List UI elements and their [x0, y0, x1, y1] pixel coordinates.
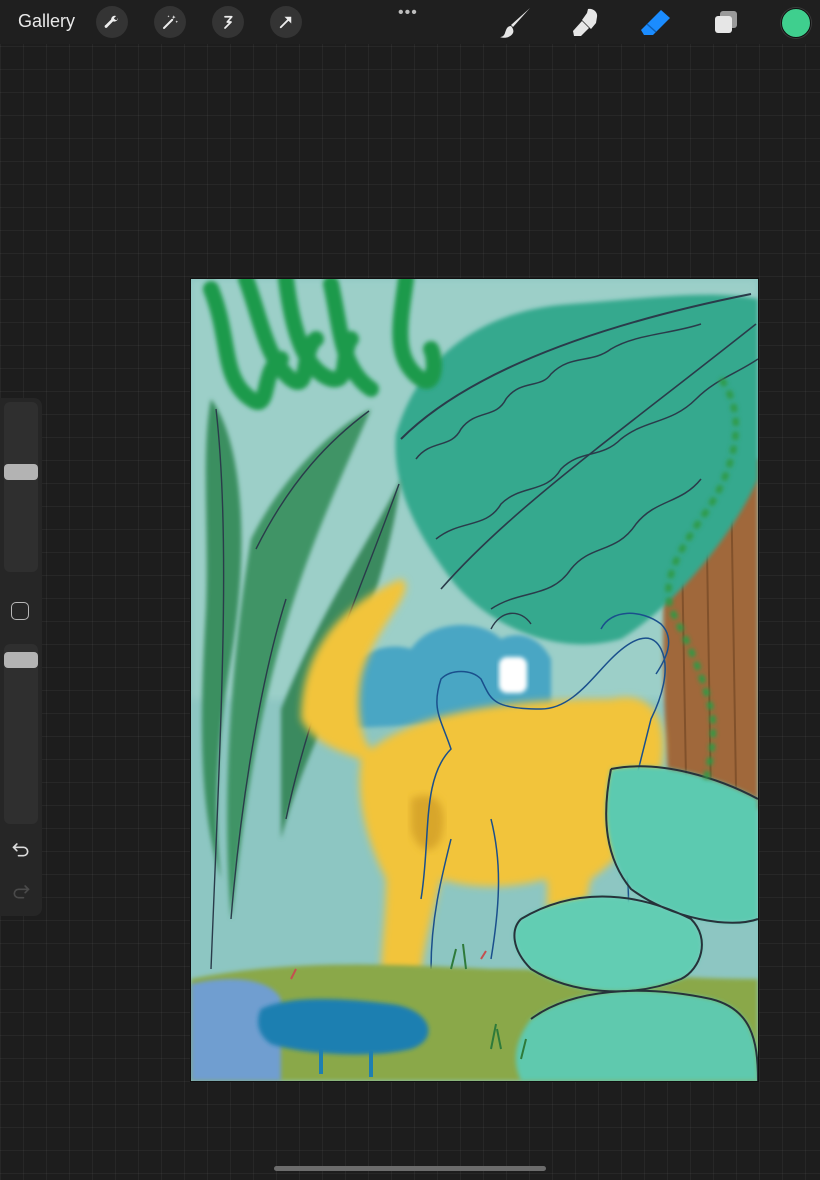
wrench-icon [104, 15, 118, 28]
undo-icon [12, 843, 29, 857]
color-picker-button[interactable] [781, 8, 811, 38]
more-menu-button[interactable]: ••• [398, 4, 418, 22]
brush-size-slider[interactable] [4, 402, 38, 572]
transform-button[interactable] [270, 6, 302, 38]
brush-size-thumb[interactable] [4, 463, 38, 480]
top-toolbar: Gallery ••• [0, 0, 820, 44]
eraser-tool-button[interactable] [639, 6, 673, 40]
magic-wand-icon [163, 15, 179, 29]
redo-button[interactable] [10, 880, 32, 902]
jungle-jaguar-artwork [191, 279, 758, 1081]
undo-button[interactable] [10, 838, 32, 860]
layers-icon [715, 11, 737, 33]
adjustments-button[interactable] [154, 6, 186, 38]
brush-icon [500, 8, 530, 38]
transform-arrow-icon [279, 16, 292, 29]
brush-tool-button[interactable] [499, 6, 533, 40]
opacity-slider[interactable] [4, 644, 38, 824]
smudge-tool-button[interactable] [569, 6, 603, 40]
selection-icon [224, 15, 233, 29]
home-indicator [274, 1166, 546, 1171]
actions-button[interactable] [96, 6, 128, 38]
drawing-canvas[interactable] [191, 279, 758, 1081]
left-sidebar [0, 398, 42, 916]
layers-button[interactable] [709, 6, 743, 40]
redo-icon [13, 885, 30, 899]
opacity-thumb[interactable] [4, 652, 38, 669]
smudge-icon [573, 8, 598, 36]
eraser-icon [641, 10, 670, 35]
gallery-button[interactable]: Gallery [18, 11, 75, 32]
selection-button[interactable] [212, 6, 244, 38]
square-modifier-icon[interactable] [11, 602, 29, 620]
